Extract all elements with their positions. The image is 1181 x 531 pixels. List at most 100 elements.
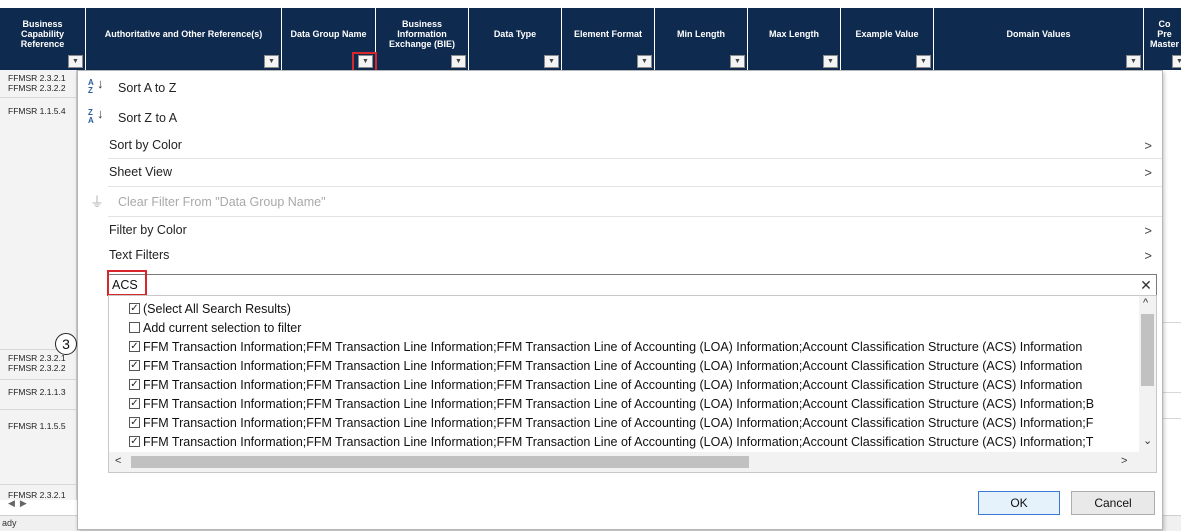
column-header-min-length: Min Length ▼ xyxy=(655,8,748,70)
filter-dropdown-button[interactable]: ▼ xyxy=(916,55,931,68)
list-item-label: (Select All Search Results) xyxy=(143,301,291,316)
sheet-cell: FFMSR 2.1.1.3 xyxy=(8,387,66,397)
dropdown-arrow-icon: ▼ xyxy=(268,57,275,65)
dropdown-arrow-icon: ▼ xyxy=(827,57,834,65)
filter-search-input[interactable]: ACS ✕ xyxy=(108,274,1157,296)
filter-values-list: ✓ (Select All Search Results) Add current… xyxy=(108,295,1157,473)
column-header-label: Data Group Name xyxy=(290,29,367,39)
menu-sort-z-to-a[interactable]: Z A ↓ Sort Z to A xyxy=(78,105,1162,131)
list-item[interactable]: ✓ FFM Transaction Information;FFM Transac… xyxy=(129,432,1093,451)
column-header-label: Authoritative and Other Reference(s) xyxy=(104,29,263,39)
list-item-label: FFM Transaction Information;FFM Transact… xyxy=(143,339,1083,354)
dropdown-arrow-icon: ▼ xyxy=(548,57,555,65)
search-highlight xyxy=(107,270,147,296)
list-item[interactable]: ✓ FFM Transaction Information;FFM Transac… xyxy=(129,394,1094,413)
filter-dropdown-button[interactable]: ▼ xyxy=(68,55,83,68)
list-item[interactable]: ✓ FFM Transaction Information;FFM Transac… xyxy=(129,337,1082,356)
grid-line xyxy=(1162,418,1181,419)
menu-clear-filter[interactable]: ⏚ Clear Filter From "Data Group Name" xyxy=(78,189,1162,215)
checkbox[interactable]: ✓ xyxy=(129,341,140,352)
column-header-row: Business Capability Reference ▼ Authorita… xyxy=(0,8,1181,70)
checkbox[interactable]: ✓ xyxy=(129,379,140,390)
filter-dropdown-button[interactable]: ▼ xyxy=(264,55,279,68)
horizontal-scroll-thumb[interactable] xyxy=(131,456,749,468)
column-header-label: Max Length xyxy=(768,29,819,39)
sheet-first-column: FFMSR 2.3.2.1 FFMSR 2.3.2.2 FFMSR 1.1.5.… xyxy=(0,70,77,500)
menu-item-label: Sort Z to A xyxy=(118,111,178,125)
menu-sort-by-color[interactable]: Sort by Color > xyxy=(78,132,1162,158)
column-header-element-format: Element Format ▼ xyxy=(562,8,655,70)
sort-ascending-icon: A Z ↓ xyxy=(88,76,104,95)
sheet-cell: FFMSR 1.1.5.5 xyxy=(8,421,66,431)
close-icon[interactable]: ✕ xyxy=(1136,275,1156,295)
filter-dropdown-panel: A Z ↓ Sort A to Z Z A ↓ Sort Z to A Sort by … xyxy=(77,70,1163,530)
column-header-label: Example Value xyxy=(855,29,919,39)
checkbox[interactable]: ✓ xyxy=(129,360,140,371)
list-item-label: FFM Transaction Information;FFM Transact… xyxy=(143,396,1095,411)
scroll-right-icon[interactable]: > xyxy=(1121,455,1127,467)
column-header-label: Domain Values xyxy=(1006,29,1071,39)
column-header-authoritative-reference: Authoritative and Other Reference(s) ▼ xyxy=(86,8,282,70)
dropdown-arrow-icon: ▼ xyxy=(1176,57,1181,65)
scroll-down-icon[interactable]: ⌄ xyxy=(1143,434,1152,447)
checkbox[interactable]: ✓ xyxy=(129,417,140,428)
dropdown-arrow-icon: ▼ xyxy=(920,57,927,65)
filter-dropdown-button[interactable]: ▼ xyxy=(823,55,838,68)
chevron-right-icon: > xyxy=(1144,247,1152,263)
scroll-left-icon[interactable]: < xyxy=(115,455,121,467)
filter-dropdown-button[interactable]: ▼ xyxy=(544,55,559,68)
filter-dropdown-button[interactable]: ▼ xyxy=(451,55,466,68)
status-text: ady xyxy=(2,518,17,528)
column-header-bie: Business Information Exchange (BIE) ▼ xyxy=(376,8,469,70)
list-item[interactable]: ✓ FFM Transaction Information;FFM Transac… xyxy=(129,375,1082,394)
list-item-label: FFM Transaction Information;FFM Transact… xyxy=(143,358,1083,373)
list-item-label: FFM Transaction Information;FFM Transact… xyxy=(143,377,1083,392)
sort-descending-icon: Z A ↓ xyxy=(88,106,104,125)
sheet-right-edge xyxy=(1162,70,1181,500)
menu-item-label: Text Filters xyxy=(109,248,170,262)
menu-item-label: Sheet View xyxy=(109,165,173,179)
menu-sort-a-to-z[interactable]: A Z ↓ Sort A to Z xyxy=(78,75,1162,101)
column-header-max-length: Max Length ▼ xyxy=(748,8,841,70)
chevron-right-icon: > xyxy=(1144,137,1152,153)
grid-line xyxy=(0,97,77,98)
list-item[interactable]: ✓ FFM Transaction Information;FFM Transac… xyxy=(129,413,1093,432)
checkbox[interactable]: ✓ xyxy=(129,303,140,314)
checkbox[interactable]: ✓ xyxy=(129,436,140,447)
chevron-right-icon: > xyxy=(1144,164,1152,180)
dropdown-arrow-icon: ▼ xyxy=(455,57,462,65)
filter-dropdown-button[interactable]: ▼ xyxy=(637,55,652,68)
sheet-cell: FFMSR 1.1.5.4 xyxy=(8,106,66,116)
vertical-scroll-thumb[interactable] xyxy=(1141,314,1154,386)
column-header-label: Business Capability Reference xyxy=(20,19,65,49)
vertical-scrollbar[interactable]: ^ ⌄ xyxy=(1139,296,1156,452)
column-header-label: Element Format xyxy=(573,29,642,39)
list-item[interactable]: ✓ FFM Transaction Information;FFM Transac… xyxy=(129,356,1082,375)
list-item-select-all[interactable]: ✓ (Select All Search Results) xyxy=(129,299,291,318)
grid-line xyxy=(0,409,77,410)
column-header-label: Min Length xyxy=(677,29,725,39)
ok-button[interactable]: OK xyxy=(978,491,1060,515)
column-header-label: Co Pre Master xyxy=(1149,19,1179,49)
menu-item-label: Sort by Color xyxy=(109,138,182,152)
list-item-label: FFM Transaction Information;FFM Transact… xyxy=(143,415,1094,430)
horizontal-scrollbar[interactable]: < > xyxy=(109,452,1156,472)
grid-line xyxy=(1162,392,1181,393)
scroll-up-icon[interactable]: ^ xyxy=(1143,297,1148,309)
menu-filter-by-color[interactable]: Filter by Color > xyxy=(78,217,1162,243)
filter-dropdown-button[interactable]: ▼ xyxy=(730,55,745,68)
column-header-label: Business Information Exchange (BIE) xyxy=(388,19,455,49)
dropdown-arrow-icon: ▼ xyxy=(734,57,741,65)
sheet-nav-arrows[interactable]: ◀ ▶ xyxy=(0,498,77,514)
filter-dropdown-button[interactable]: ▼ xyxy=(1172,55,1181,68)
menu-text-filters[interactable]: Text Filters > xyxy=(78,242,1162,268)
checkbox[interactable] xyxy=(129,322,140,333)
menu-sheet-view[interactable]: Sheet View > xyxy=(78,159,1162,185)
filter-dropdown-button[interactable]: ▼ xyxy=(1126,55,1141,68)
list-item-add-selection[interactable]: Add current selection to filter xyxy=(129,318,301,337)
checkbox[interactable]: ✓ xyxy=(129,398,140,409)
chevron-right-icon: > xyxy=(1144,222,1152,238)
column-header-example-value: Example Value ▼ xyxy=(841,8,934,70)
cancel-button[interactable]: Cancel xyxy=(1071,491,1155,515)
filter-button-highlight xyxy=(352,52,377,72)
